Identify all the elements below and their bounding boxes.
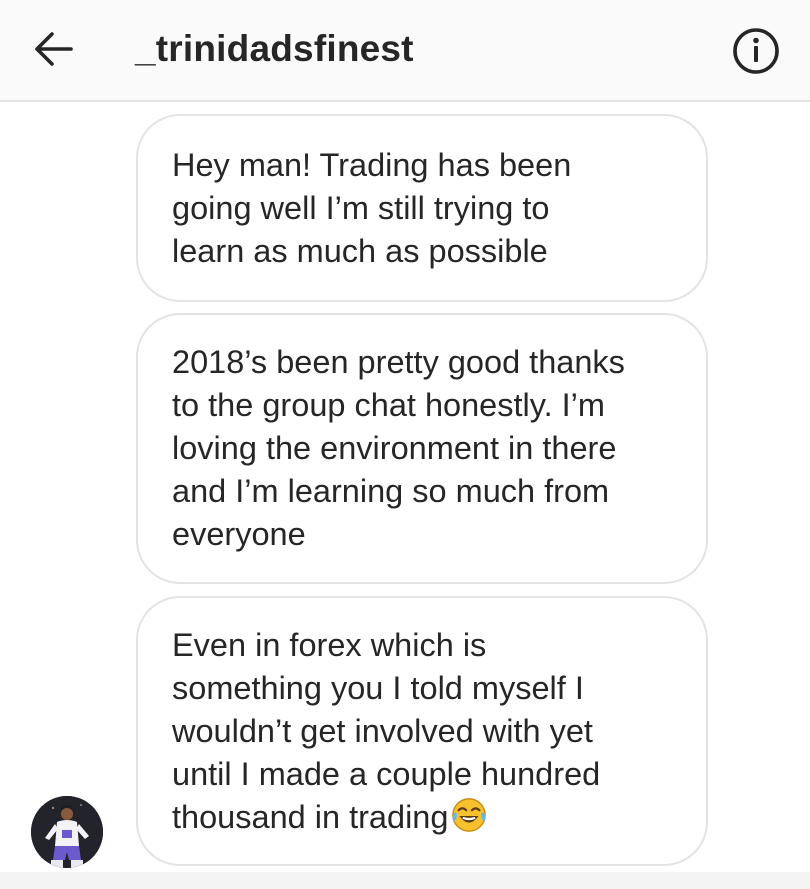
message-text-wrapper: Even in forex which is something you I t… (172, 624, 600, 839)
arrow-left-icon (35, 32, 73, 66)
sender-avatar[interactable] (31, 796, 103, 868)
user-avatar-icon (31, 796, 103, 868)
message-bubble[interactable]: Hey man! Trading has been going well I’m… (136, 114, 708, 302)
info-button[interactable] (731, 26, 781, 76)
message-text: Hey man! Trading has been going well I’m… (172, 146, 572, 269)
chat-header: _trinidadsfinest (0, 0, 810, 102)
message-text: 2018’s been pretty good thanks to the gr… (172, 344, 625, 552)
conversation-username[interactable]: _trinidadsfinest (135, 28, 414, 70)
back-button[interactable] (30, 26, 76, 72)
info-circle-icon (733, 28, 779, 74)
face-with-tears-of-joy-icon (452, 797, 487, 832)
message-bubble[interactable]: Even in forex which is something you I t… (136, 596, 708, 866)
bottom-divider (0, 872, 810, 889)
message-bubble[interactable]: 2018’s been pretty good thanks to the gr… (136, 313, 708, 584)
message-text: Even in forex which is something you I t… (172, 626, 601, 835)
